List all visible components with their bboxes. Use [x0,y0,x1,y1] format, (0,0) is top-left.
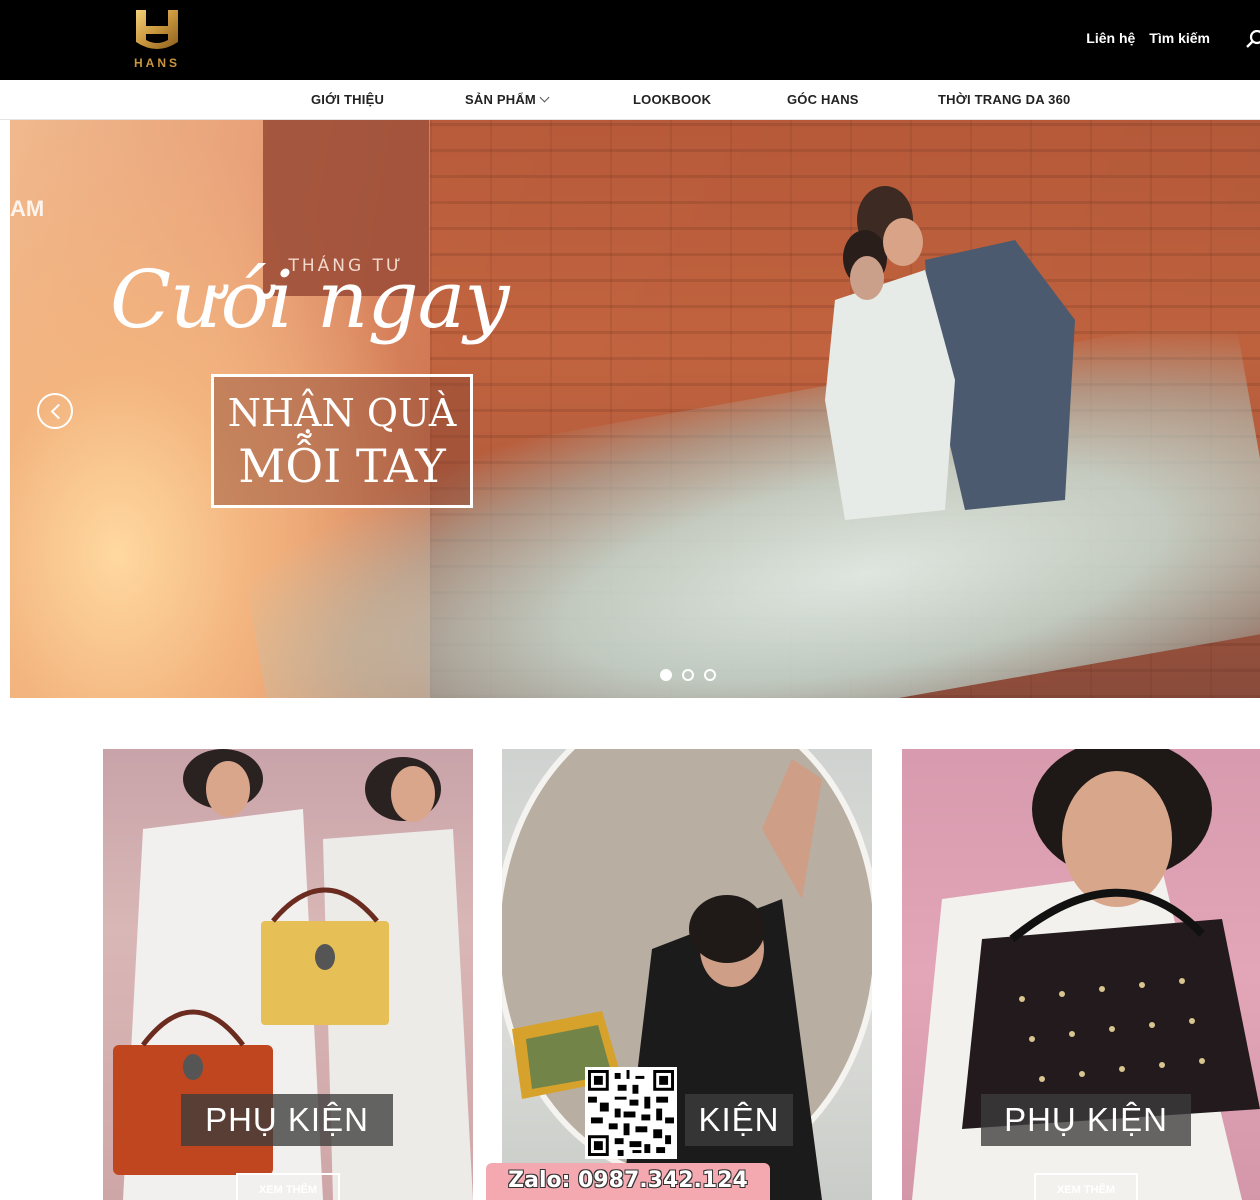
search-link[interactable]: Tìm kiếm [1149,30,1210,46]
nav-item-label: SẢN PHẨM [465,92,536,107]
hero-headline: Cưới ngay [110,253,510,346]
zalo-contact-bar[interactable]: Zalo: 0987.342.124 [486,1163,770,1200]
header-links: Liên hệ Tìm kiếm [1086,30,1210,46]
hero-slider[interactable]: AM THÁNG TƯ Cưới ngay NHẬN QUÀ MỖI TAY [10,120,1260,698]
slider-dot-1[interactable] [660,669,672,681]
hans-logo[interactable]: HANS [128,6,186,74]
slider-dot-2[interactable] [682,669,694,681]
hero-gift-frame: NHẬN QUÀ MỖI TAY [211,374,473,508]
category-card-3[interactable]: PHỤ KIỆN XEM THÊM [902,749,1260,1200]
category-label: KIỆN [685,1094,793,1146]
hans-logo-mark-icon [136,10,178,49]
nav-item-san-pham[interactable]: SẢN PHẨM [465,92,550,107]
hero-gift-line1: NHẬN QUÀ [227,391,457,435]
zalo-phone: Zalo: 0987.342.124 [508,1168,748,1193]
top-header: HANS Liên hệ Tìm kiếm [0,0,1260,80]
hero-side-text: AM [10,196,45,221]
main-nav: GIỚI THIỆU SẢN PHẨM LOOKBOOK GÓC HANS TH… [0,80,1260,120]
brand-name: HANS [133,56,180,70]
view-more-button[interactable]: XEM THÊM [1034,1173,1138,1200]
nav-item-lookbook[interactable]: LOOKBOOK [633,92,711,107]
zalo-qr-code-icon[interactable] [585,1067,677,1159]
nav-item-goc-hans[interactable]: GÓC HANS [787,92,859,107]
category-label: PHỤ KIỆN [181,1094,393,1146]
search-icon[interactable] [1246,30,1260,48]
slider-dot-3[interactable] [704,669,716,681]
nav-item-thoi-trang-da-360[interactable]: THỜI TRANG DA 360 [938,92,1070,107]
category-card-1[interactable]: PHỤ KIỆN XEM THÊM [103,749,473,1200]
category-card-2[interactable]: KIỆN [502,749,872,1200]
chevron-down-icon [539,92,550,103]
category-label: PHỤ KIỆN [981,1094,1191,1146]
slider-dots [660,669,716,681]
contact-link[interactable]: Liên hệ [1086,30,1135,46]
hero-gift-line2: MỖI TAY [238,439,446,493]
slider-prev-button[interactable] [37,393,73,429]
view-more-button[interactable]: XEM THÊM [236,1173,340,1200]
nav-item-gioi-thieu[interactable]: GIỚI THIỆU [311,92,384,107]
hero-couple-image [825,186,1075,520]
